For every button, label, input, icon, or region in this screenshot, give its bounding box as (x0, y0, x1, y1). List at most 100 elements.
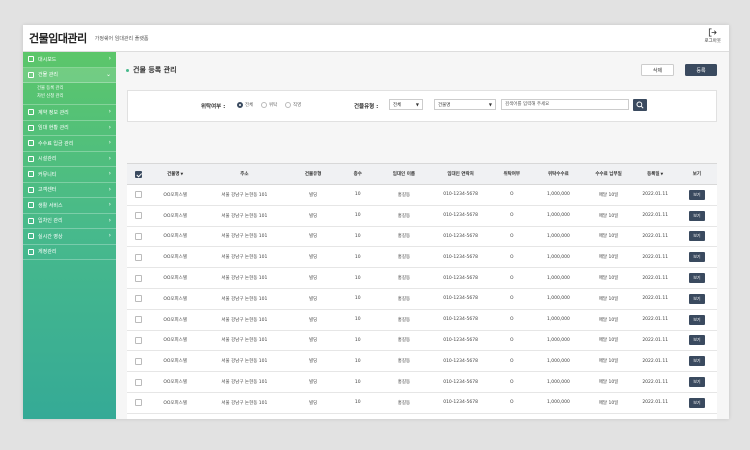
landlord-contact-cell: 010-1234-5678 (430, 330, 491, 352)
row-checkbox[interactable] (134, 316, 142, 324)
row-checkbox[interactable] (134, 232, 142, 240)
sidebar-item-life-service[interactable]: 생활 서비스 › (23, 198, 116, 214)
view-button[interactable]: 보기 (689, 314, 705, 325)
entrust-filter-label: 위탁여부 : (201, 104, 226, 110)
header-registered-date[interactable]: 등록일▼ (633, 163, 677, 185)
entrust-cell: O (490, 226, 534, 248)
building-type-cell: 빌딩 (287, 288, 339, 310)
sidebar-item-label: 수수료 입금 관리 (38, 140, 74, 147)
landlord-name-cell: 홍길동 (376, 413, 431, 419)
header-building-name[interactable]: 건물명▼ (149, 163, 202, 185)
building-type-cell: 빌딩 (287, 226, 339, 248)
sidebar-item-fee[interactable]: 수수료 입금 관리 › (23, 136, 116, 152)
sidebar-item-rental-status[interactable]: 임대 현황 관리 › (23, 121, 116, 136)
radio-checked-icon (237, 102, 243, 108)
row-checkbox[interactable] (134, 378, 142, 386)
delete-button[interactable]: 삭제 (641, 64, 674, 76)
select-all-checkbox[interactable] (134, 170, 142, 178)
view-button[interactable]: 보기 (689, 189, 705, 200)
registered-date-cell: 2022.01.11 (633, 330, 677, 352)
radio-unchecked-icon (285, 102, 291, 108)
row-checkbox[interactable] (134, 336, 142, 344)
sidebar-subitem-building-register[interactable]: 건물 등록 관리 (37, 85, 116, 93)
registered-date-cell: 2022.01.11 (633, 309, 677, 331)
fee-cell: 1,000,000 (533, 226, 584, 248)
building-type-cell: 빌딩 (287, 392, 339, 414)
sidebar-item-label: 임대 현황 관리 (38, 125, 69, 132)
table-row: OO오피스텔서울 강남구 논현동 101빌딩10홍길동010-1234-5678… (127, 309, 717, 331)
entrust-cell: O (490, 392, 534, 414)
address-cell: 서울 강남구 논현동 101 (201, 288, 288, 310)
table-row: OO오피스텔서울 강남구 논현동 101빌딩10홍길동010-1234-5678… (127, 392, 717, 414)
payment-day-cell: 매달 10일 (583, 413, 634, 419)
landlord-contact-cell: 010-1234-5678 (430, 413, 491, 419)
view-cell: 보기 (676, 184, 717, 206)
view-button[interactable]: 보기 (689, 210, 705, 221)
search-button[interactable] (633, 99, 647, 111)
app-window: 건물임대관리 가정쉐어 임대관리 플랫폼 로그아웃 대시보드 › 건물 관리 ⌄… (23, 25, 729, 419)
header-building-type: 건물유형 (287, 163, 339, 185)
register-button[interactable]: 등록 (685, 64, 717, 76)
building-name-cell: OO오피스텔 (149, 371, 202, 393)
row-checkbox[interactable] (134, 274, 142, 282)
view-button[interactable]: 보기 (689, 252, 705, 263)
entrust-cell: O (490, 246, 534, 269)
header-fee: 위탁수수료 (533, 163, 584, 185)
view-cell: 보기 (676, 267, 717, 289)
fee-cell: 1,000,000 (533, 267, 584, 289)
sidebar-item-account[interactable]: 게정관리 (23, 245, 116, 260)
sidebar-item-contract[interactable]: 계약 정보 관리 › (23, 105, 116, 121)
header-entrust: 위탁여부 (490, 163, 534, 185)
payment-day-cell: 매달 10일 (583, 288, 634, 310)
view-cell: 보기 (676, 288, 717, 310)
search-input[interactable] (501, 99, 629, 110)
payment-day-cell: 매달 10일 (583, 350, 634, 373)
row-checkbox[interactable] (134, 212, 142, 220)
search-field-select[interactable]: 건물명 ▼ (434, 99, 496, 110)
view-button[interactable]: 보기 (689, 397, 705, 408)
landlord-contact-cell: 010-1234-5678 (430, 226, 491, 248)
view-cell: 보기 (676, 226, 717, 248)
building-type-select[interactable]: 전체 ▼ (389, 99, 423, 110)
floors-cell: 10 (338, 288, 377, 310)
row-checkbox[interactable] (134, 295, 142, 303)
view-button[interactable]: 보기 (689, 231, 705, 242)
top-bar: 건물임대관리 가정쉐어 임대관리 플랫폼 로그아웃 (23, 25, 729, 52)
sidebar-item-facility[interactable]: 시설관리 › (23, 152, 116, 167)
view-cell: 보기 (676, 350, 717, 373)
sidebar-subitem-request[interactable]: 차빈 신청 관리 (37, 93, 116, 101)
header-view: 보기 (676, 163, 717, 185)
sidebar-item-dashboard[interactable]: 대시보드 › (23, 52, 116, 68)
sidebar: 대시보드 › 건물 관리 ⌄ 건물 등록 관리 차빈 신청 관리 계약 정보 관… (23, 52, 116, 419)
sidebar-item-building[interactable]: 건물 관리 ⌄ (23, 67, 116, 83)
header-select-all[interactable] (127, 163, 150, 185)
address-cell: 서울 강남구 논현동 101 (201, 330, 288, 352)
view-button[interactable]: 보기 (689, 356, 705, 367)
building-type-cell: 빌딩 (287, 413, 339, 419)
registered-date-cell: 2022.01.11 (633, 413, 677, 419)
radio-label: 직영 (293, 103, 302, 108)
logout-button[interactable]: 로그아웃 (704, 28, 721, 44)
sidebar-item-live-video[interactable]: 실시간 영상 › (23, 229, 116, 245)
radio-all[interactable]: 전체 (237, 102, 253, 108)
view-button[interactable]: 보기 (689, 377, 705, 388)
radio-direct[interactable]: 직영 (285, 102, 301, 108)
radio-entrusted[interactable]: 위탁 (261, 102, 277, 108)
row-checkbox[interactable] (134, 357, 142, 365)
registered-date-cell: 2022.01.11 (633, 350, 677, 373)
view-button[interactable]: 보기 (689, 273, 705, 284)
sidebar-item-tenant[interactable]: 입차인 관리 › (23, 214, 116, 229)
building-icon (28, 71, 34, 78)
row-checkbox[interactable] (134, 253, 142, 261)
row-checkbox[interactable] (134, 191, 142, 199)
sidebar-item-support[interactable]: 고객센터 › (23, 183, 116, 198)
building-name-cell: OO오피스텔 (149, 246, 202, 269)
view-button[interactable]: 보기 (689, 335, 705, 346)
fee-icon (28, 140, 34, 147)
entrust-cell: O (490, 413, 534, 419)
sidebar-item-community[interactable]: 커뮤니티 › (23, 167, 116, 183)
view-cell: 보기 (676, 371, 717, 393)
view-button[interactable]: 보기 (689, 293, 705, 304)
row-checkbox[interactable] (134, 399, 142, 407)
page-header: 건물 등록 관리 삭제 등록 (126, 62, 717, 78)
